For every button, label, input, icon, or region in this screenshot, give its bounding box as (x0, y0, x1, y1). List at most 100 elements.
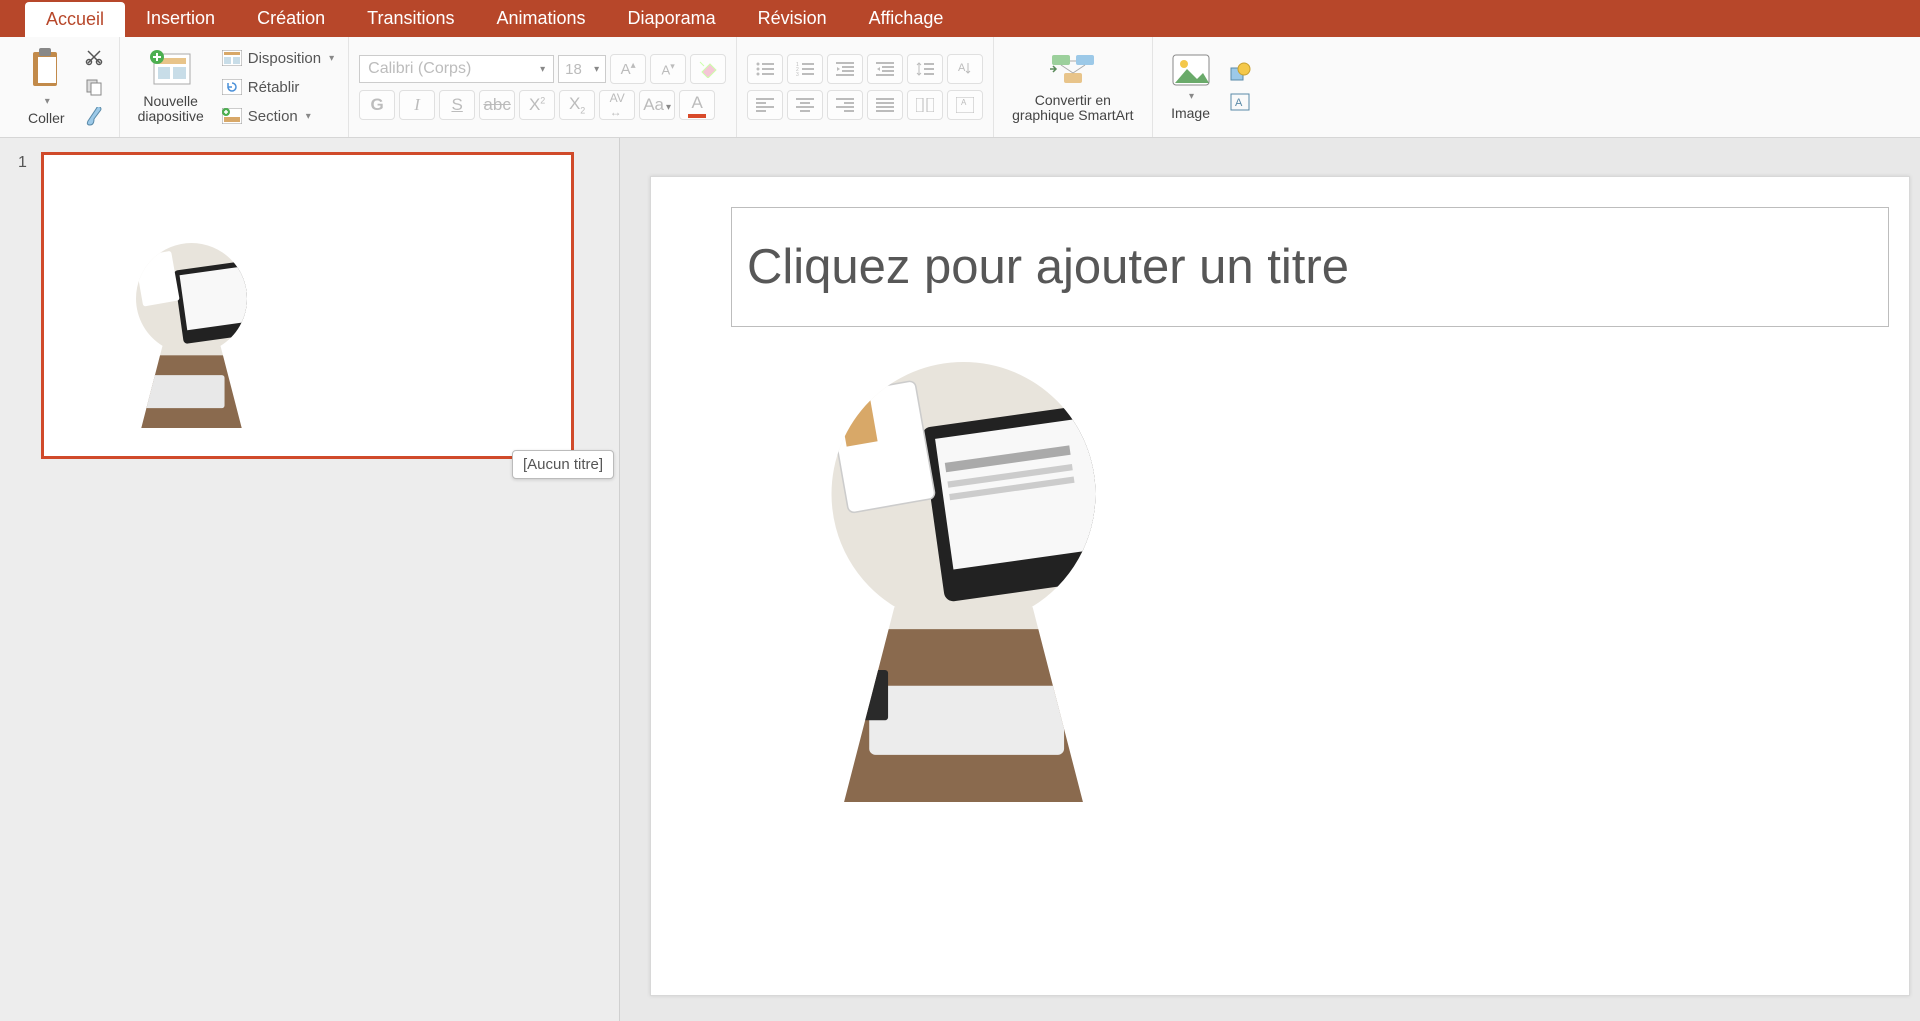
slide-image-shape[interactable] (801, 362, 1126, 802)
char-spacing-button[interactable]: AV↔ (599, 90, 635, 120)
align-right-icon (836, 98, 854, 112)
reset-icon (222, 79, 242, 95)
svg-text:A: A (1235, 97, 1243, 109)
thumbnail-tooltip: [Aucun titre] (512, 450, 614, 479)
new-slide-button[interactable]: Nouvelle diapositive (130, 46, 212, 129)
tab-revision[interactable]: Révision (737, 0, 848, 37)
increase-font-icon: A▴ (621, 60, 636, 78)
italic-button[interactable]: I (399, 90, 435, 120)
subscript-button[interactable]: X2 (559, 90, 595, 120)
layout-button[interactable]: Disposition ▾ (218, 48, 338, 69)
font-name-value: Calibri (Corps) (368, 60, 471, 78)
svg-text:3: 3 (796, 72, 799, 76)
change-case-icon: Aa▾ (643, 95, 671, 115)
tab-accueil[interactable]: Accueil (25, 2, 125, 37)
tab-animations[interactable]: Animations (476, 0, 607, 37)
format-painter-button[interactable] (79, 104, 109, 130)
slide-thumbnail-1[interactable] (41, 152, 574, 459)
section-button[interactable]: Section ▾ (218, 106, 338, 127)
layout-icon (222, 50, 242, 66)
section-icon (222, 108, 242, 124)
columns-button[interactable] (907, 90, 943, 120)
slide-number: 1 (18, 152, 27, 459)
text-direction-button[interactable]: A (947, 54, 983, 84)
thumbnail-pane: 1 [Aucun (0, 138, 620, 1021)
slide-editor: Cliquez pour ajouter un titre (620, 138, 1920, 1021)
chevron-down-icon: ▾ (306, 111, 311, 122)
strikethrough-button[interactable]: abc (479, 90, 515, 120)
chevron-down-icon: ▾ (594, 64, 599, 75)
numbering-icon: 123 (796, 62, 814, 76)
align-left-button[interactable] (747, 90, 783, 120)
copy-button[interactable] (79, 74, 109, 100)
columns-icon (916, 98, 934, 112)
text-box-icon: A (1230, 93, 1250, 111)
chevron-down-icon: ▾ (540, 64, 545, 75)
reset-label: Rétablir (248, 79, 300, 96)
shapes-button[interactable] (1225, 59, 1255, 85)
bold-icon: G (371, 95, 384, 115)
line-spacing-button[interactable] (907, 54, 943, 84)
outdent-icon (836, 62, 854, 76)
tab-affichage[interactable]: Affichage (848, 0, 965, 37)
clipboard-small-col (79, 44, 109, 130)
font-size-value: 18 (565, 61, 582, 78)
tab-diaporama[interactable]: Diaporama (607, 0, 737, 37)
clipboard-icon (29, 48, 63, 92)
eraser-icon (698, 60, 718, 78)
change-case-button[interactable]: Aa▾ (639, 90, 675, 120)
paste-button[interactable]: ▾ Coller (20, 44, 73, 130)
align-text-icon: A (956, 97, 974, 113)
decrease-font-icon: A▾ (662, 61, 675, 77)
svg-text:A: A (958, 62, 966, 74)
font-color-button[interactable]: A (679, 90, 715, 120)
font-top-row: Calibri (Corps) ▾ 18 ▾ A▴ A▾ (359, 54, 726, 84)
paste-label: Coller (28, 111, 65, 126)
superscript-button[interactable]: X2 (519, 90, 555, 120)
font-name-select[interactable]: Calibri (Corps) ▾ (359, 55, 554, 83)
ribbon: ▾ Coller Nouvelle diapositive Dispositio… (0, 37, 1920, 138)
tab-creation[interactable]: Création (236, 0, 346, 37)
image-icon (1171, 53, 1211, 87)
thumbnail-row: 1 (18, 152, 601, 459)
para-top-row: 123 A (747, 54, 983, 84)
justify-button[interactable] (867, 90, 903, 120)
font-size-select[interactable]: 18 ▾ (558, 55, 606, 83)
bullets-button[interactable] (747, 54, 783, 84)
image-label: Image (1171, 106, 1210, 121)
smartart-button[interactable]: Convertir en graphique SmartArt (1004, 47, 1141, 128)
smartart-icon (1048, 51, 1098, 89)
image-button[interactable]: ▾ Image (1163, 49, 1219, 125)
reset-button[interactable]: Rétablir (218, 77, 338, 98)
font-rows: Calibri (Corps) ▾ 18 ▾ A▴ A▾ G I S abc X… (359, 54, 726, 120)
tab-insertion[interactable]: Insertion (125, 0, 236, 37)
decrease-indent-button[interactable] (827, 54, 863, 84)
font-color-icon: A (691, 93, 702, 113)
decrease-font-button[interactable]: A▾ (650, 54, 686, 84)
slide-canvas[interactable]: Cliquez pour ajouter un titre (650, 176, 1910, 996)
group-clipboard: ▾ Coller (10, 37, 120, 137)
text-box-button[interactable]: A (1225, 89, 1255, 115)
clear-formatting-button[interactable] (690, 54, 726, 84)
align-center-button[interactable] (787, 90, 823, 120)
para-bottom-row: A (747, 90, 983, 120)
increase-indent-button[interactable] (867, 54, 903, 84)
title-placeholder-box[interactable]: Cliquez pour ajouter un titre (731, 207, 1889, 327)
line-spacing-icon (916, 62, 934, 76)
thumbnail-image-shape (124, 243, 259, 428)
strikethrough-icon: abc (483, 95, 510, 115)
layout-label: Disposition (248, 50, 321, 67)
underline-button[interactable]: S (439, 90, 475, 120)
cut-button[interactable] (79, 44, 109, 70)
tab-transitions[interactable]: Transitions (346, 0, 475, 37)
group-slides: Nouvelle diapositive Disposition ▾ Rétab… (120, 37, 350, 137)
text-direction-icon: A (956, 61, 974, 77)
numbering-button[interactable]: 123 (787, 54, 823, 84)
smartart-label: Convertir en graphique SmartArt (1012, 93, 1133, 124)
increase-font-button[interactable]: A▴ (610, 54, 646, 84)
align-right-button[interactable] (827, 90, 863, 120)
bold-button[interactable]: G (359, 90, 395, 120)
align-text-button[interactable]: A (947, 90, 983, 120)
chevron-down-icon: ▾ (1189, 91, 1194, 102)
group-font: Calibri (Corps) ▾ 18 ▾ A▴ A▾ G I S abc X… (349, 37, 737, 137)
